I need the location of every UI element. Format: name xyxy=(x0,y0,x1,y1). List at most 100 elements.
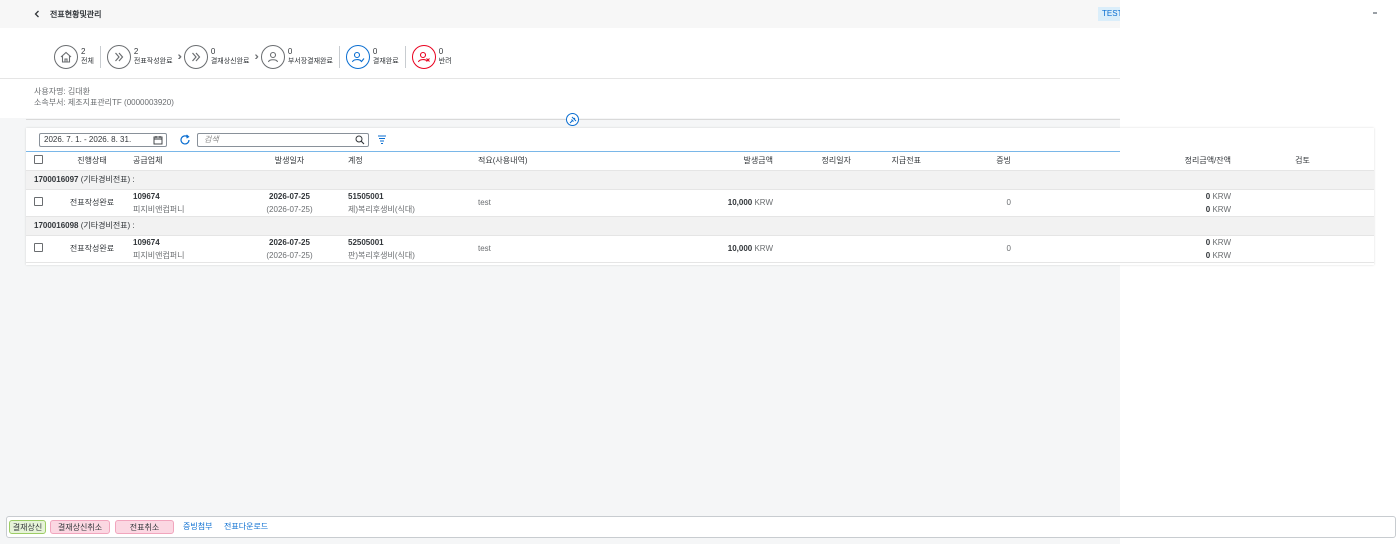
col-status[interactable]: 진행상태 xyxy=(51,152,133,171)
step-label: 결재완료 xyxy=(372,58,399,65)
status-steps-area: 2 전체 2 전표작성완료 ›› 0 결재상신완료 ›› 0부서장결재완료 0 … xyxy=(0,28,1120,78)
amount-value: 10,000 xyxy=(727,244,753,253)
amount-cell: 10,000 KRW xyxy=(668,189,773,217)
evidence-cell[interactable]: 0 xyxy=(921,235,1011,263)
group-row[interactable]: 1700016097 (기타경비전표) : xyxy=(26,170,1374,190)
doc-type: (기타경비전표) : xyxy=(78,175,135,184)
description-cell: test xyxy=(478,189,668,217)
step-label: 전표작성완료 xyxy=(133,58,173,65)
col-amount[interactable]: 발생금액 xyxy=(668,152,773,171)
step-label: 결재상신완료 xyxy=(210,58,250,65)
col-account[interactable]: 계정 xyxy=(348,152,478,171)
table-row[interactable]: 전표작성완료 109674 피지비앤컴퍼니 2026-07-25 (2026-07-… xyxy=(26,189,1374,217)
col-review[interactable]: 검토 xyxy=(1231,152,1374,171)
step-all[interactable]: 2 전체 xyxy=(54,45,94,69)
user-name: 사용자명: 김대환 xyxy=(34,87,90,96)
refresh-button[interactable] xyxy=(178,133,192,147)
step-approved[interactable]: 0 결재완료 xyxy=(345,45,399,69)
attach-evidence-link[interactable]: 증빙첨부 xyxy=(183,520,212,534)
download-document-link[interactable]: 전표다운로드 xyxy=(224,520,268,534)
cancel-document-button[interactable]: 전표취소 xyxy=(115,520,174,534)
evidence-cell[interactable]: 0 xyxy=(921,189,1011,217)
date-range-field[interactable]: 2026. 7. 1. - 2026. 8. 31. xyxy=(39,133,167,147)
account-name: 판)복리후생비(식대) xyxy=(348,250,415,260)
account-code: 52505001 xyxy=(348,237,384,247)
step-submitted[interactable]: 0 결재상신완료 xyxy=(183,45,250,69)
menu-icon[interactable] xyxy=(1373,12,1377,14)
issue-date: 2026-07-25 xyxy=(269,191,310,201)
table-toolbar: 2026. 7. 1. - 2026. 8. 31. 검색 xyxy=(26,128,1374,152)
settle-unit: KRW xyxy=(1212,191,1231,201)
filter-button[interactable] xyxy=(377,134,387,146)
search-icon[interactable] xyxy=(355,135,365,145)
step-dept-approved[interactable]: 0 부서장결재완료 xyxy=(260,45,333,69)
step-written[interactable]: 2 전표작성완료 xyxy=(106,45,173,69)
settle-amount: 0 xyxy=(1205,191,1211,201)
submit-approval-button[interactable]: 결재상신 xyxy=(9,520,46,534)
step-label: 부서장결재완료 xyxy=(287,58,333,65)
status-steps: 2 전체 2 전표작성완료 ›› 0 결재상신완료 ›› 0부서장결재완료 0 … xyxy=(54,45,452,69)
vendor-name: 피지비앤컴퍼니 xyxy=(133,250,185,260)
step-label: 전체 xyxy=(81,58,94,65)
divider xyxy=(338,46,340,68)
group-header: 1700016098 (기타경비전표) : xyxy=(26,216,1374,236)
forward-icon xyxy=(106,45,131,69)
calendar-icon[interactable] xyxy=(153,135,163,145)
issue-date: 2026-07-25 xyxy=(269,237,310,247)
divider xyxy=(99,46,101,68)
user-check-icon xyxy=(345,45,370,69)
col-settle-amount[interactable]: 정리금액/잔액 xyxy=(1011,152,1231,171)
settle-amount-cell: 0 KRW 0 KRW xyxy=(1011,189,1231,217)
settle-unit: KRW xyxy=(1212,237,1231,247)
user-reject-icon xyxy=(411,45,436,69)
description-cell: test xyxy=(478,235,668,263)
step-rejected[interactable]: 0 반려 xyxy=(411,45,452,69)
row-select-cell[interactable] xyxy=(26,189,51,217)
right-blank-panel xyxy=(1120,0,1400,544)
balance-amount: 0 xyxy=(1205,204,1211,214)
row-checkbox[interactable] xyxy=(34,243,43,252)
row-select-cell[interactable] xyxy=(26,235,51,263)
pin-header-button[interactable] xyxy=(566,113,579,126)
double-chevron-icon: ›› xyxy=(254,51,260,63)
group-row[interactable]: 1700016098 (기타경비전표) : xyxy=(26,216,1374,236)
back-button[interactable] xyxy=(30,7,44,21)
table-row[interactable]: 전표작성완료 109674 피지비앤컴퍼니 2026-07-25 (2026-07-… xyxy=(26,235,1374,263)
amount-value: 10,000 xyxy=(727,198,753,207)
account-cell: 52505001 판)복리후생비(식대) xyxy=(348,235,478,263)
step-count: 0 xyxy=(287,47,293,56)
page-header: 전표현황및관리 xyxy=(0,0,1120,28)
review-cell xyxy=(1231,189,1374,217)
balance-unit: KRW xyxy=(1212,250,1231,260)
search-input[interactable]: 검색 xyxy=(197,133,369,147)
home-icon xyxy=(54,45,78,69)
col-evidence[interactable]: 증빙 xyxy=(921,152,1011,171)
app-root: 전표현황및관리 TEST 2 전체 2 전표작성완료 ›› 0 결재상신완료 ›… xyxy=(0,0,1400,544)
select-all-cell[interactable] xyxy=(26,152,51,171)
date-cell: 2026-07-25 (2026-07-25) xyxy=(231,235,348,263)
doc-number: 1700016097 xyxy=(34,175,79,184)
amount-cell: 10,000 KRW xyxy=(668,235,773,263)
table-header-row: 진행상태 공급업체 발생일자 계정 적요(사용내역) 발생금액 정리일자 지급전… xyxy=(26,152,1374,171)
step-count: 2 xyxy=(81,47,86,56)
col-vendor[interactable]: 공급업체 xyxy=(133,152,231,171)
date-cell: 2026-07-25 (2026-07-25) xyxy=(231,189,348,217)
double-chevron-icon: ›› xyxy=(177,51,183,63)
user-icon xyxy=(260,45,285,69)
row-checkbox[interactable] xyxy=(34,197,43,206)
review-cell xyxy=(1231,235,1374,263)
step-count: 0 xyxy=(210,47,216,56)
balance-unit: KRW xyxy=(1212,204,1231,214)
col-date[interactable]: 발생일자 xyxy=(231,152,348,171)
col-settle-date[interactable]: 정리일자 xyxy=(773,152,851,171)
status-cell: 전표작성완료 xyxy=(51,235,133,263)
document-table-panel: 2026. 7. 1. - 2026. 8. 31. 검색 진행상태 공급업체 … xyxy=(26,128,1374,265)
balance-amount: 0 xyxy=(1205,250,1211,260)
col-description[interactable]: 적요(사용내역) xyxy=(478,152,668,171)
status-cell: 전표작성완료 xyxy=(51,189,133,217)
vendor-code: 109674 xyxy=(133,191,160,201)
select-all-checkbox[interactable] xyxy=(34,155,43,165)
cancel-approval-button[interactable]: 결재상신취소 xyxy=(50,520,110,534)
col-payment-doc[interactable]: 지급전표 xyxy=(851,152,921,171)
payment-doc-cell xyxy=(851,235,921,263)
